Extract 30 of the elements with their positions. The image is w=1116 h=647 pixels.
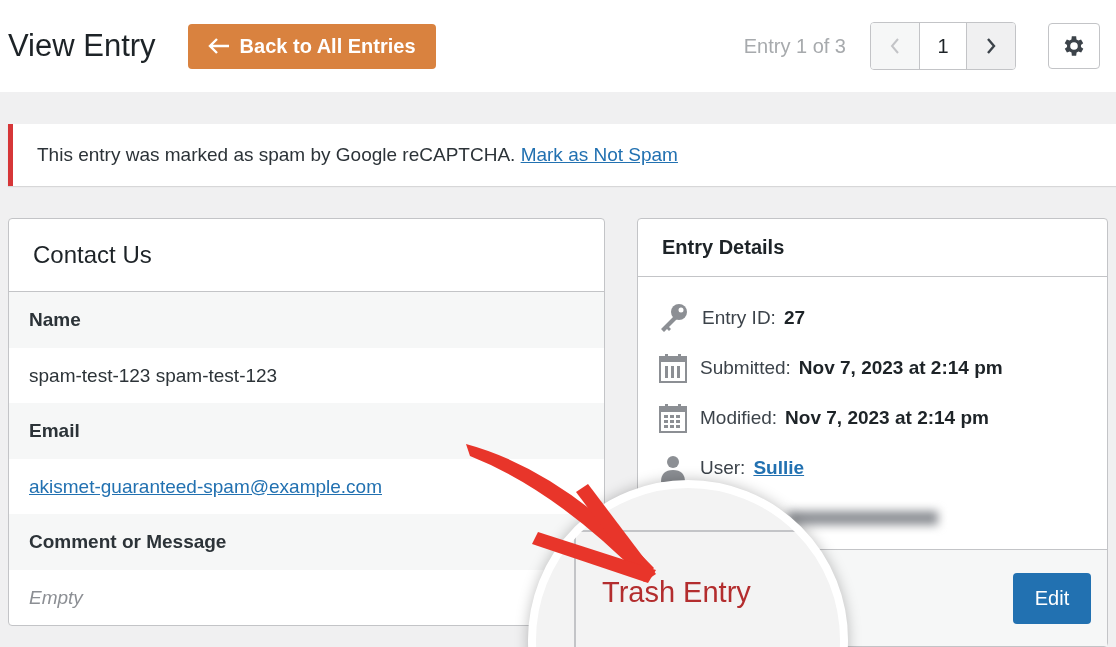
- detail-value: Nov 7, 2023 at 2:14 pm: [798, 357, 1003, 379]
- chevron-left-icon: [889, 37, 901, 55]
- detail-label: Entry ID:: [702, 307, 776, 329]
- next-button[interactable]: [967, 23, 1015, 69]
- panel-title: Entry Details: [638, 219, 1107, 277]
- email-link[interactable]: akismet-guaranteed-spam@example.com: [29, 475, 382, 498]
- detail-label: Submitted:: [700, 357, 791, 379]
- detail-label: Modified:: [700, 407, 778, 429]
- user-link[interactable]: Sullie: [753, 457, 805, 479]
- detail-value: Nov 7, 2023 at 2:14 pm: [785, 407, 989, 429]
- detail-value: 27: [783, 307, 806, 329]
- arrow-left-icon: [207, 38, 230, 54]
- field-value: Empty: [29, 586, 83, 609]
- chevron-right-icon: [985, 37, 997, 55]
- not-spam-link[interactable]: Mark as Not Spam: [520, 144, 678, 165]
- field-value: spam-test-123 spam-test-123: [29, 364, 278, 387]
- field-label: Comment or Message: [29, 531, 227, 553]
- detail-label: User:: [700, 457, 746, 479]
- back-button[interactable]: Back to All Entries: [187, 23, 436, 69]
- settings-button[interactable]: [1048, 23, 1100, 69]
- edit-button[interactable]: Edit: [1013, 572, 1091, 624]
- entry-count: Entry 1 of 3: [743, 34, 846, 58]
- page-title: View Entry: [8, 28, 156, 64]
- field-label: Name: [29, 309, 81, 331]
- user-icon: [658, 453, 688, 483]
- calendar-icon: [658, 353, 688, 383]
- calendar-icon: [658, 403, 688, 433]
- trash-link[interactable]: Trash Entry: [602, 576, 751, 609]
- field-label: Email: [29, 420, 80, 442]
- notice-text: This entry was marked as spam by Google reCAPTCHA. Mark as Not Spam: [37, 144, 678, 166]
